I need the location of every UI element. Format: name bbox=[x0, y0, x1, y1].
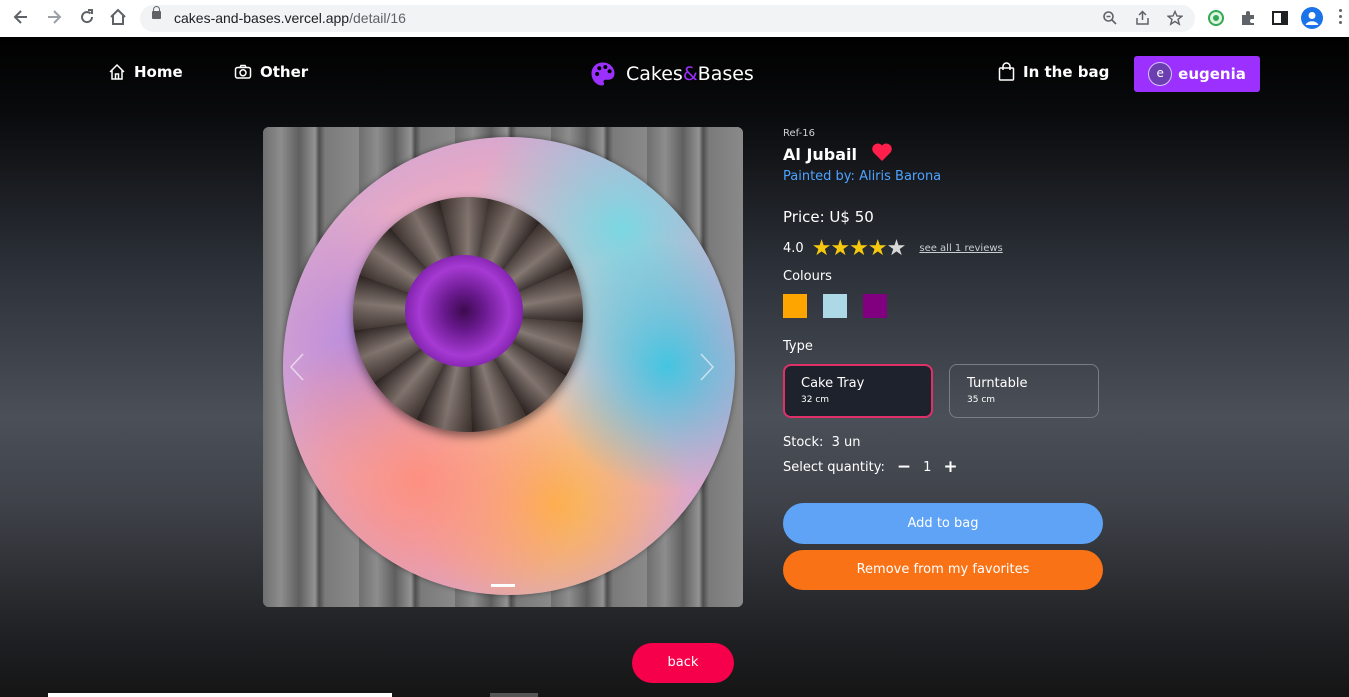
quantity-value: 1 bbox=[923, 460, 932, 475]
extension-icon[interactable] bbox=[1207, 9, 1225, 27]
star-rating: ★★★★★ bbox=[811, 236, 907, 261]
type-option-turntable[interactable]: Turntable 35 cm bbox=[949, 364, 1099, 418]
colours-label: Colours bbox=[783, 269, 832, 284]
nav-home[interactable]: Home bbox=[108, 63, 183, 81]
brand-part2: Bases bbox=[697, 63, 754, 85]
brand-part1: Cakes bbox=[626, 63, 683, 85]
star-icon: ★ bbox=[867, 236, 888, 261]
user-menu-button[interactable]: e eugenia bbox=[1134, 56, 1260, 92]
quantity-plus-button[interactable]: + bbox=[943, 459, 957, 476]
product-price: Price: U$ 50 bbox=[783, 208, 874, 226]
puzzle-icon[interactable] bbox=[1239, 9, 1257, 27]
type-size: 32 cm bbox=[801, 395, 830, 405]
carousel-indicator[interactable] bbox=[491, 584, 515, 587]
page: Home Other Cakes&Bases In the bag e euge… bbox=[0, 37, 1349, 697]
type-options: Cake Tray 32 cm Turntable 35 cm bbox=[783, 364, 1099, 418]
product-image bbox=[283, 137, 735, 595]
product-image-carousel[interactable] bbox=[263, 127, 743, 607]
brand-amp: & bbox=[682, 63, 698, 85]
sidebar-icon[interactable] bbox=[1271, 9, 1289, 27]
quantity-minus-button[interactable]: − bbox=[897, 459, 911, 476]
home-icon[interactable] bbox=[108, 8, 128, 28]
type-option-cake-tray[interactable]: Cake Tray 32 cm bbox=[783, 364, 933, 418]
camera-icon bbox=[234, 64, 252, 79]
profile-icon[interactable] bbox=[1301, 7, 1323, 29]
brand-name: Cakes&Bases bbox=[626, 63, 754, 85]
rating-value: 4.0 bbox=[783, 241, 804, 256]
url-path: /detail/16 bbox=[349, 10, 406, 26]
scroll-indicator bbox=[490, 693, 538, 697]
forward-arrow-icon[interactable] bbox=[44, 8, 64, 28]
nav-home-label: Home bbox=[134, 63, 183, 81]
stock-info: Stock: 3 un bbox=[783, 435, 861, 450]
menu-icon[interactable] bbox=[1339, 9, 1343, 27]
brand-logo[interactable]: Cakes&Bases bbox=[590, 61, 754, 87]
top-navigation: Home Other Cakes&Bases In the bag e euge… bbox=[0, 37, 1349, 112]
type-size: 35 cm bbox=[967, 395, 996, 405]
star-icon: ★ bbox=[849, 236, 869, 261]
flower-decoration bbox=[405, 255, 523, 367]
product-detail: Ref-16 Al Jubail Painted by: Aliris Baro… bbox=[783, 37, 1113, 637]
colour-swatch-orange[interactable] bbox=[783, 294, 807, 318]
stock-label: Stock: bbox=[783, 435, 824, 450]
bookmark-star-icon[interactable] bbox=[1166, 9, 1184, 30]
reload-icon[interactable] bbox=[77, 8, 97, 28]
star-icon: ★ bbox=[830, 236, 850, 261]
colour-swatch-purple[interactable] bbox=[863, 294, 887, 318]
colour-swatch-lightblue[interactable] bbox=[823, 294, 847, 318]
url-host: cakes-and-bases.vercel.app bbox=[174, 10, 350, 26]
nav-other-label: Other bbox=[260, 63, 309, 81]
heart-icon[interactable] bbox=[871, 142, 893, 167]
product-title: Al Jubail bbox=[783, 145, 857, 164]
lock-icon bbox=[152, 6, 161, 19]
nav-other[interactable]: Other bbox=[234, 63, 308, 81]
user-name: eugenia bbox=[1178, 65, 1246, 83]
reviews-link[interactable]: see all 1 reviews bbox=[919, 243, 1002, 254]
back-button[interactable]: back bbox=[632, 643, 734, 683]
stock-value: 3 un bbox=[831, 435, 861, 450]
horizontal-scrollbar[interactable] bbox=[48, 693, 392, 697]
rating-row: 4.0 ★★★★★ see all 1 reviews bbox=[783, 236, 1003, 261]
quantity-label: Select quantity: bbox=[783, 460, 885, 475]
chevron-right-icon[interactable] bbox=[699, 352, 715, 389]
add-to-bag-button[interactable]: Add to bag bbox=[783, 503, 1103, 544]
colour-swatches bbox=[783, 294, 887, 318]
painter-link[interactable]: Painted by: Aliris Barona bbox=[783, 169, 941, 184]
quantity-stepper: Select quantity: − 1 + bbox=[783, 459, 958, 476]
house-icon bbox=[109, 63, 125, 80]
type-name: Turntable bbox=[967, 376, 1028, 391]
remove-favorite-button[interactable]: Remove from my favorites bbox=[783, 550, 1103, 590]
avatar: e bbox=[1148, 62, 1173, 86]
address-bar[interactable]: cakes-and-bases.vercel.app/detail/16 bbox=[140, 5, 1195, 32]
browser-toolbar: cakes-and-bases.vercel.app/detail/16 bbox=[0, 0, 1349, 38]
palette-icon bbox=[591, 62, 615, 86]
type-label: Type bbox=[783, 339, 813, 354]
url-text: cakes-and-bases.vercel.app/detail/16 bbox=[174, 10, 406, 26]
share-icon[interactable] bbox=[1135, 10, 1151, 30]
zoom-icon[interactable] bbox=[1102, 10, 1118, 30]
star-icon: ★ bbox=[811, 236, 832, 261]
chevron-left-icon[interactable] bbox=[289, 352, 305, 389]
product-ref: Ref-16 bbox=[783, 128, 815, 139]
star-icon: ★ bbox=[886, 236, 907, 261]
type-name: Cake Tray bbox=[801, 376, 865, 391]
back-arrow-icon[interactable] bbox=[11, 8, 31, 28]
